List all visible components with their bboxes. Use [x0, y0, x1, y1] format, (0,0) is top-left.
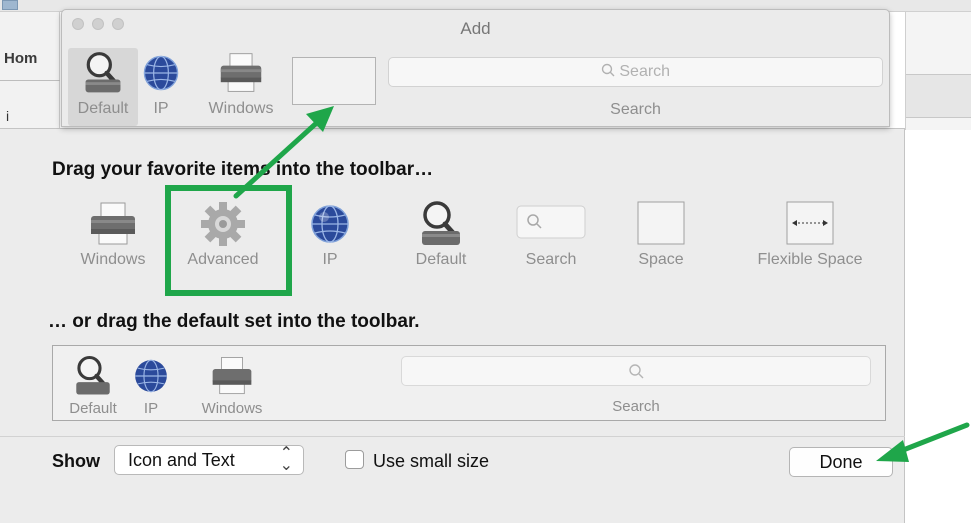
search-input[interactable]: Search — [388, 57, 883, 87]
palette-item-default[interactable]: Default — [386, 189, 496, 279]
toolbar-item-default[interactable]: Default — [68, 48, 138, 126]
search-placeholder-text: Search — [619, 63, 671, 80]
use-small-size-label[interactable]: Use small size — [373, 451, 489, 472]
printer-icon — [210, 354, 254, 403]
window-title: Add — [460, 19, 491, 38]
palette-label: Windows — [80, 251, 146, 268]
toolbar-item-windows[interactable]: Windows — [198, 48, 284, 126]
show-popup-button[interactable]: Icon and Text ⌃ ⌄ — [114, 445, 304, 475]
background-right-pane — [905, 12, 971, 130]
toolbar-item-label: Windows — [208, 100, 274, 117]
search-placeholder: Search — [389, 63, 882, 81]
search-field-icon — [516, 205, 586, 244]
footer-divider — [0, 436, 905, 437]
home-tab[interactable]: Hom — [4, 50, 37, 67]
globe-icon — [138, 50, 184, 101]
default-set-label: IP — [143, 400, 159, 417]
search-icon — [629, 364, 644, 379]
palette-item-search[interactable]: Search — [496, 189, 606, 279]
ribbon-divider — [0, 80, 60, 81]
customize-toolbar-sheet: Drag your favorite items into the toolba… — [0, 128, 905, 523]
space-icon — [637, 201, 685, 250]
customize-heading: Drag your favorite items into the toolba… — [52, 159, 434, 180]
background-left-pane: Hom i — [0, 12, 60, 130]
palette-label: Default — [415, 251, 467, 268]
background-text-fragment: i — [6, 108, 10, 124]
app-icon — [2, 0, 18, 10]
default-set-label: Windows — [201, 400, 263, 417]
toolbar-item-ip[interactable]: IP — [134, 48, 188, 126]
default-set-search-field — [401, 356, 871, 386]
magnifier-icon — [416, 199, 466, 254]
up-down-chevron-icon: ⌃ ⌄ — [279, 445, 293, 474]
default-set-item-default: Default — [58, 350, 128, 420]
palette-label: Space — [638, 251, 684, 268]
search-icon — [601, 63, 619, 80]
background-right-bar — [906, 74, 971, 118]
done-button[interactable]: Done — [789, 447, 893, 477]
show-popup-value: Icon and Text — [128, 450, 235, 470]
printer-icon — [218, 50, 264, 101]
preferences-window-toolbar: Add Default IP Windows Search Search — [61, 9, 890, 127]
globe-icon — [129, 354, 173, 403]
default-set-item-windows: Windows — [189, 350, 275, 420]
default-set-item-ip: IP — [123, 350, 179, 420]
palette-item-space[interactable]: Space — [606, 189, 716, 279]
toolbar-item-label: IP — [153, 100, 169, 117]
toolbar-space-placeholder[interactable] — [292, 57, 376, 105]
flexible-space-icon — [786, 201, 834, 250]
palette-item-flexible-space[interactable]: Flexible Space — [740, 189, 880, 279]
magnifier-icon — [71, 354, 115, 403]
default-set-drag-target[interactable]: Default IP Windows Search — [52, 345, 886, 421]
default-set-label: Default — [69, 400, 117, 417]
palette-item-windows[interactable]: Windows — [58, 189, 168, 279]
default-set-heading: … or drag the default set into the toolb… — [48, 311, 420, 332]
use-small-size-checkbox[interactable] — [345, 450, 364, 469]
globe-icon — [305, 199, 355, 254]
advanced-highlight-box — [165, 185, 292, 296]
search-label: Search — [610, 101, 661, 118]
printer-icon — [88, 199, 138, 254]
magnifier-icon — [80, 50, 126, 101]
palette-label: Flexible Space — [757, 251, 863, 268]
default-set-search-label: Search — [612, 398, 660, 415]
palette-label: Search — [525, 251, 577, 268]
show-label: Show — [52, 451, 100, 471]
toolbar-item-label: Default — [77, 100, 129, 117]
